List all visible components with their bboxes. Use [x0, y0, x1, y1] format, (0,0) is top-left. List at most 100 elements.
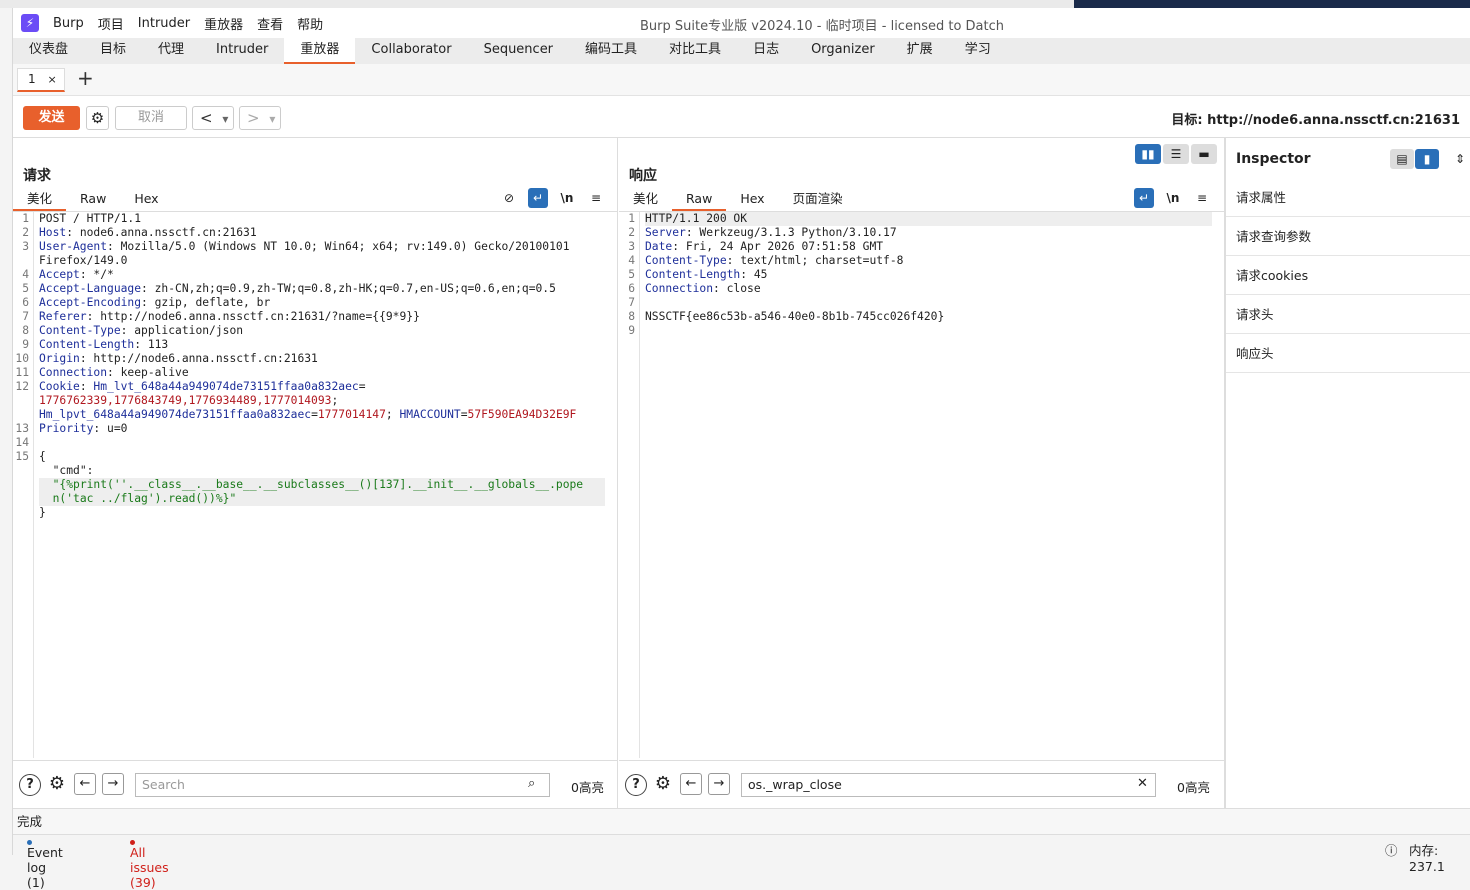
history-forward-button[interactable]: > ▾: [239, 106, 281, 130]
response-code[interactable]: HTTP/1.1 200 OK Server: Werkzeug/3.1.3 Py…: [645, 212, 1212, 338]
help-icon[interactable]: ?: [625, 774, 647, 796]
target-url[interactable]: 目标: http://node6.anna.nssctf.cn:21631: [1171, 109, 1460, 128]
response-editor[interactable]: 123456789 HTTP/1.1 200 OK Server: Werkzeu…: [619, 212, 1224, 758]
hide-eye-icon[interactable]: ⊘: [499, 188, 519, 208]
code-token: }: [39, 506, 46, 519]
arrow-left-icon[interactable]: ←: [74, 773, 96, 795]
arrow-right-icon[interactable]: →: [102, 773, 124, 795]
clear-search-icon[interactable]: ✕: [1137, 776, 1148, 791]
inspector-side-icon[interactable]: ▮: [1415, 149, 1439, 169]
line-number: 5: [628, 268, 635, 281]
tab-proxy[interactable]: 代理: [142, 38, 200, 64]
chevron-down-icon[interactable]: ▾: [222, 112, 228, 126]
menu-burp[interactable]: Burp: [53, 16, 84, 31]
tab-learn[interactable]: 学习: [949, 38, 1007, 64]
request-search-input[interactable]: Search: [135, 773, 550, 797]
request-highlight-count: 0高亮: [571, 780, 604, 795]
layout-side-by-side-icon[interactable]: ▮▮: [1135, 144, 1161, 164]
inspector-request-cookies[interactable]: 请求cookies: [1226, 256, 1470, 295]
code-token: Referer: [39, 310, 87, 323]
menu-icon[interactable]: ≡: [586, 188, 606, 208]
code-token: POST / HTTP/1.1: [39, 212, 142, 225]
line-number: [13, 506, 29, 520]
request-editor[interactable]: 1 2 3 4 5 6 7 8 9 10 11 12 13 14 15 POST / HTTP/1.1 Hos…: [13, 212, 617, 758]
collapse-icon[interactable]: ⇕: [1450, 149, 1470, 169]
code-line: Connection: close: [645, 282, 1212, 296]
newline-toggle[interactable]: \n: [1163, 188, 1183, 208]
wrap-lines-icon[interactable]: ↵: [528, 188, 548, 208]
menu-repeater[interactable]: 重放器: [204, 14, 243, 33]
layout-tabs-icon[interactable]: ▬: [1191, 144, 1217, 164]
burp-window: ⚡ Burp 项目 Intruder 重放器 查看 帮助 Burp Suite专…: [12, 8, 1470, 890]
response-tab-render[interactable]: 页面渲染: [779, 188, 857, 211]
wrap-lines-icon[interactable]: ↵: [1134, 188, 1154, 208]
status-bar: 完成: [13, 808, 1470, 834]
response-tab-pretty[interactable]: 美化: [619, 188, 672, 211]
tab-comparer[interactable]: 对比工具: [653, 38, 737, 64]
footer-bar: Event log (1) All issues (39) ⓘ 内存: 237.…: [13, 834, 1470, 890]
menu-project[interactable]: 项目: [98, 14, 124, 33]
response-search-input[interactable]: os._wrap_close: [741, 773, 1156, 797]
gear-icon[interactable]: ⚙: [46, 774, 68, 796]
inspector-layout-icon[interactable]: ▤: [1390, 149, 1414, 169]
gear-icon[interactable]: ⚙: [652, 774, 674, 796]
tab-sequencer[interactable]: Sequencer: [468, 38, 569, 64]
window-title: Burp Suite专业版 v2024.10 - 临时项目 - licensed…: [640, 19, 1004, 34]
all-issues-link[interactable]: All issues (39): [130, 840, 169, 890]
chevron-right-icon: >: [247, 109, 260, 127]
tab-organizer[interactable]: Organizer: [795, 38, 891, 64]
request-tab-raw[interactable]: Raw: [66, 188, 120, 211]
menu-view[interactable]: 查看: [257, 14, 283, 33]
menu-intruder[interactable]: Intruder: [138, 16, 190, 31]
help-icon[interactable]: ?: [19, 774, 41, 796]
inspector-request-attributes[interactable]: 请求属性: [1226, 178, 1470, 217]
response-tab-raw[interactable]: Raw: [672, 188, 727, 211]
add-tab-icon[interactable]: +: [77, 66, 94, 90]
code-line: Firefox/149.0: [39, 254, 605, 268]
tab-intruder[interactable]: Intruder: [200, 38, 284, 64]
inspector-query-params[interactable]: 请求查询参数: [1226, 217, 1470, 256]
menu-help[interactable]: 帮助: [297, 14, 323, 33]
request-view-tabs: 美化 Raw Hex: [13, 188, 617, 212]
tab-repeater[interactable]: 重放器: [284, 38, 356, 64]
layout-stacked-icon[interactable]: ☰: [1163, 144, 1189, 164]
code-token: Connection: [39, 366, 108, 379]
code-line: POST / HTTP/1.1: [39, 212, 605, 226]
tab-decoder[interactable]: 编码工具: [569, 38, 653, 64]
request-tab-hex[interactable]: Hex: [120, 188, 172, 211]
close-icon[interactable]: ×: [47, 73, 56, 86]
request-tab-pretty[interactable]: 美化: [13, 188, 67, 211]
request-code[interactable]: POST / HTTP/1.1 Host: node6.anna.nssctf.c…: [39, 212, 605, 520]
menu-icon[interactable]: ≡: [1192, 188, 1212, 208]
tab-extensions[interactable]: 扩展: [891, 38, 949, 64]
history-back-button[interactable]: < ▾: [192, 106, 234, 130]
desktop-background: [0, 0, 1074, 8]
line-number: [13, 492, 29, 506]
code-token: : application/json: [120, 324, 244, 337]
code-token: : Werkzeug/3.1.3 Python/3.10.17: [685, 226, 897, 239]
code-token: : node6.anna.nssctf.cn:21631: [66, 226, 257, 239]
send-button[interactable]: 发送: [23, 106, 80, 130]
inspector-request-headers[interactable]: 请求头: [1226, 295, 1470, 334]
code-line: Date: Fri, 24 Apr 2026 07:51:58 GMT: [645, 240, 1212, 254]
cancel-button[interactable]: 取消: [115, 106, 187, 130]
arrow-left-icon[interactable]: ←: [680, 773, 702, 795]
code-token: Priority: [39, 422, 94, 435]
info-icon: ⓘ: [1385, 843, 1398, 858]
inspector-response-headers[interactable]: 响应头: [1226, 334, 1470, 373]
code-token: Content-Type: [645, 254, 727, 267]
code-line: Content-Type: application/json: [39, 324, 605, 338]
tab-collaborator[interactable]: Collaborator: [355, 38, 467, 64]
newline-toggle[interactable]: \n: [557, 188, 577, 208]
arrow-right-icon[interactable]: →: [708, 773, 730, 795]
code-token: HTTP/1.1 200 OK: [645, 212, 748, 225]
response-tab-hex[interactable]: Hex: [726, 188, 778, 211]
line-number: [13, 408, 29, 422]
event-log-link[interactable]: Event log (1): [27, 840, 63, 890]
repeater-tab-1[interactable]: 1 ×: [17, 68, 65, 92]
settings-gear-icon[interactable]: ⚙: [86, 106, 109, 130]
chevron-down-icon[interactable]: ▾: [269, 112, 275, 126]
tab-target[interactable]: 目标: [84, 38, 142, 64]
tab-dashboard[interactable]: 仪表盘: [13, 38, 84, 64]
tab-logger[interactable]: 日志: [737, 38, 795, 64]
